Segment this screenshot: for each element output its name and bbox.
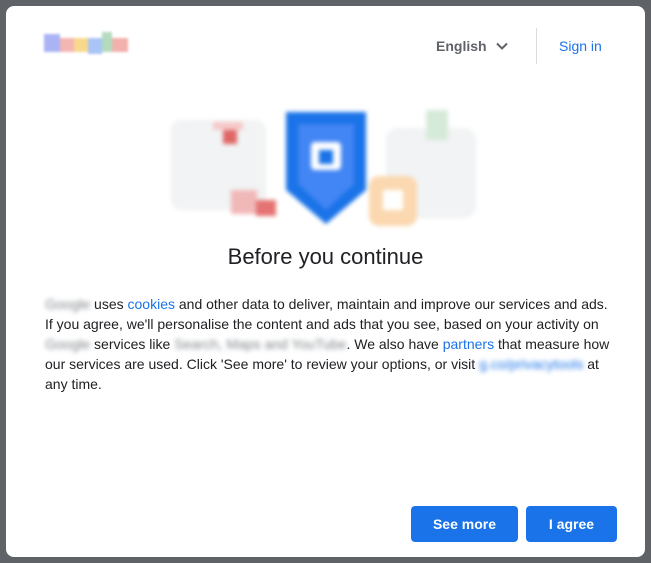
brand-name: Google xyxy=(45,296,91,312)
dialog-title: Before you continue xyxy=(227,244,424,269)
partners-link[interactable]: partners xyxy=(443,336,494,352)
header-divider xyxy=(536,28,537,64)
agree-button[interactable]: I agree xyxy=(526,506,617,542)
cookies-link[interactable]: cookies xyxy=(128,296,175,312)
consent-dialog: English Sign in Before you continue Goog… xyxy=(6,6,645,557)
chevron-down-icon xyxy=(495,42,508,50)
language-selector[interactable]: English xyxy=(436,32,509,60)
sign-in-link[interactable]: Sign in xyxy=(559,32,602,60)
brand-name: Google xyxy=(45,336,91,352)
language-label: English xyxy=(436,38,487,54)
consent-text: Google uses cookies and other data to de… xyxy=(45,296,610,392)
privacy-shield-illustration xyxy=(171,110,476,226)
see-more-button[interactable]: See more xyxy=(411,506,518,542)
services-list: Search, Maps and YouTube xyxy=(174,336,347,352)
privacy-tools-link[interactable]: g.co/privacytools xyxy=(479,354,583,374)
brand-logo xyxy=(44,30,136,60)
